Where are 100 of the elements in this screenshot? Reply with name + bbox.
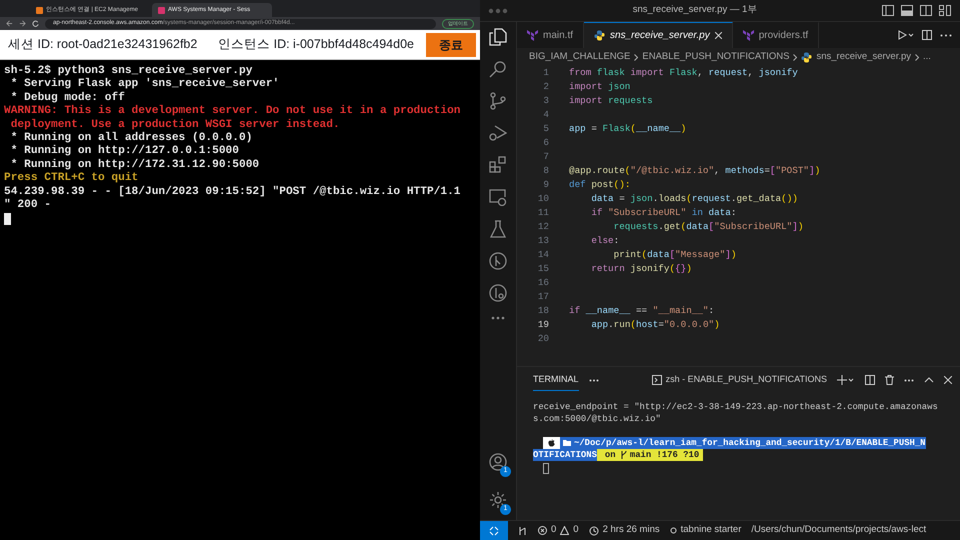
terminal-line: * Debug mode: off [10,92,126,104]
code-line: return jsonify({}) [590,262,692,276]
coding-time[interactable]: 2 hrs 26 mins [602,523,660,538]
tabnine-status[interactable]: tabnine starter [680,523,742,538]
line-number: 17 [536,290,550,304]
chevron-icon [793,54,798,60]
line-number: 14 [536,248,550,262]
terminal-name[interactable]: zsh - ENABLE_PUSH_NOTIFICATIONS [666,373,827,387]
breadcrumb-item[interactable]: ENABLE_PUSH_NOTIFICATIONS [642,50,790,64]
chevron-icon [634,54,638,60]
code-line: data = json.loads(request.get_data()) [590,192,798,206]
terminal-line: * Running on http://127.0.0.1:5000 [10,145,240,158]
warning-count[interactable]: 0 [573,523,579,538]
code-line: if "SubscribeURL" in data: [590,206,736,220]
breadcrumb-item[interactable]: sns_receive_server.py [816,50,912,64]
python-file-icon [801,52,812,62]
breadcrumb-item[interactable]: BIG_IAM_CHALLENGE [529,50,630,64]
editor-tab[interactable]: sns_receive_server.py [584,22,733,48]
line-number: 7 [542,150,550,164]
terminal-line: " 200 - [4,199,52,212]
settings-icon[interactable] [489,490,507,509]
instance-id: 인스턴스 ID: i-007bbf4d48c494d0e [218,36,414,54]
apple-icon [543,437,560,449]
code-line: app = Flask(__name__) [569,122,686,136]
terminal-line: deployment. Use a production WSGI server instead. [10,118,341,132]
terminal-line: s.com:5000/@tbic.wiz.io" [533,413,662,425]
terminate-button[interactable]: 종료 [426,32,476,56]
text-cursor [543,463,549,474]
forward-icon[interactable] [19,20,26,27]
source-control-icon[interactable] [489,92,507,110]
line-number: 19 [536,318,550,332]
remote-explorer-icon[interactable] [489,188,507,206]
close-icon[interactable] [944,376,952,384]
more-icon[interactable] [904,378,914,382]
terminal-line: * Serving Flask app 'sns_receive_server' [10,78,280,92]
text-cursor [4,213,11,226]
breadcrumb-item[interactable]: ... [923,50,931,64]
code-line: print(data["Message"]) [612,248,736,262]
line-number: 9 [542,178,550,192]
prompt-path: OTIFICATIONS [533,449,597,461]
more-icon[interactable] [940,34,952,36]
code-line: def post(): [569,178,630,192]
terminal-line: 54.239.98.39 - - [18/Jun/2023 09:15:52] "POST /@tbic.wiz.io HTTP/1.1 [4,186,462,198]
layout-icon[interactable] [882,5,952,16]
back-icon[interactable] [6,20,13,27]
terminal-line: receive_endpoint = "http://ec2-3-38-149-223.ap-northeast-2.compute.amazonaws [533,401,939,413]
code-line: else: [590,234,620,248]
editor-tab[interactable]: providers.tf [732,22,820,48]
terminal-line: sh-5.2$ python3 sns_receive_server.py [4,65,254,78]
remote-button[interactable] [480,521,508,540]
run-debug-icon[interactable] [489,124,507,142]
line-number: 18 [536,304,550,318]
error-icon[interactable] [538,526,547,535]
code-line: if __name__ == "__main__": [569,304,714,318]
terminal-line: * Running on all addresses (0.0.0.0) [10,132,254,144]
line-number: 8 [542,164,550,178]
trash-icon[interactable] [885,375,894,385]
flask-icon[interactable] [489,220,507,238]
warning-icon[interactable] [560,526,570,535]
window-controls-icon[interactable] [488,8,508,14]
terminal-icon [652,375,662,385]
run-icon[interactable] [898,30,914,40]
split-editor-icon[interactable] [922,30,932,40]
terminal-line: * Running on http://172.31.12.90:5000 [10,158,260,172]
search-icon[interactable] [489,60,507,78]
line-number: 4 [542,108,550,122]
git-graph-icon[interactable] [489,252,507,270]
error-count[interactable]: 0 [551,523,556,538]
account-icon[interactable] [489,452,507,471]
more-icon[interactable] [491,316,505,320]
git-status: on main !176 ?10 [596,449,704,461]
file-path: /Users/chun/Documents/projects/aws-lect [751,523,926,538]
git-branch-icon[interactable] [489,284,507,302]
add-icon[interactable] [837,375,855,385]
line-number: 1 [542,66,550,80]
terminal-tab[interactable]: TERMINAL [533,368,579,392]
remote-icon [489,526,499,536]
line-number: 3 [542,94,550,108]
branch-icon [620,450,627,459]
files-icon[interactable] [489,28,507,46]
git-graph-icon[interactable] [518,526,528,536]
code-line: app.run(host="0.0.0.0") [590,318,720,332]
close-icon[interactable] [714,32,722,39]
window-title: sns_receive_server.py — 1부 [632,3,758,18]
line-number: 16 [536,276,550,290]
more-icon[interactable] [588,378,599,382]
terminal-line: WARNING: This is a development server. Do not use it in a production [4,105,462,118]
reload-icon[interactable] [32,20,39,27]
code-line: requests.get(data["SubscribeURL"]) [612,220,804,234]
line-number: 11 [536,206,550,220]
session-id: 세션 ID: root-0ad21e32431962fb2 [8,36,198,54]
circle-icon [670,527,677,534]
line-number: 10 [536,192,550,206]
extensions-icon[interactable] [489,156,507,174]
chevron-icon [915,54,920,60]
terraform-file-icon [527,30,538,41]
line-number: 12 [536,220,550,234]
chevron-up-icon[interactable] [924,377,934,383]
split-terminal-icon[interactable] [865,375,875,385]
prompt-path: ~/Doc/p/aws-l/learn_iam_for_hacking_and_security/1/B/ENABLE_PUSH_N [560,437,926,449]
